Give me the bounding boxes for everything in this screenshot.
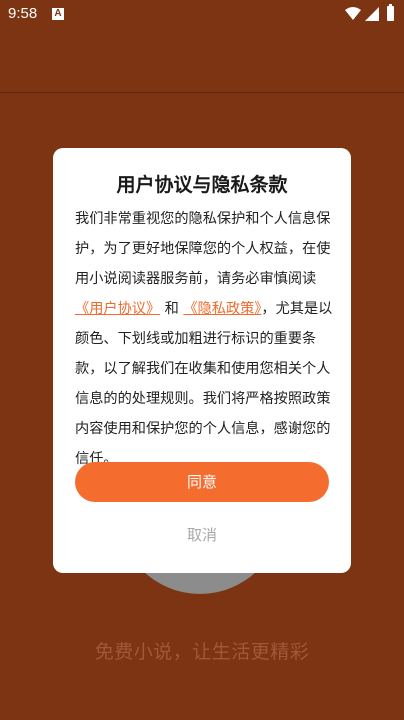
dialog-text-intro: 我们非常重视您的隐私保护和个人信息保护，为了更好地保障您的个人权益，在使用小说阅… — [75, 211, 331, 287]
app-slogan: 免费小说，让生活更精彩 — [94, 641, 310, 663]
battery-icon — [387, 4, 394, 21]
privacy-policy-link[interactable]: 《隐私政策》 — [183, 301, 261, 317]
background-divider — [0, 92, 404, 93]
wifi-icon — [345, 7, 361, 20]
notification-icon: A — [52, 8, 64, 20]
status-time: 9:58 — [8, 5, 38, 22]
dialog-title: 用户协议与隐私条款 — [116, 174, 288, 196]
dialog-body: 我们非常重视您的隐私保护和个人信息保护，为了更好地保障您的个人权益，在使用小说阅… — [75, 204, 333, 474]
privacy-dialog: 用户协议与隐私条款 我们非常重视您的隐私保护和个人信息保护，为了更好地保障您的个… — [53, 148, 351, 573]
status-bar: 9:58 A — [0, 0, 404, 30]
user-agreement-link[interactable]: 《用户协议》 — [75, 301, 160, 317]
agree-button[interactable]: 同意 — [75, 462, 329, 502]
signal-icon — [365, 7, 379, 21]
dialog-text-rest: ，尤其是以颜色、下划线或加粗进行标识的重要条款，以了解我们在收集和使用您相关个人… — [75, 301, 333, 467]
dialog-text-and: 和 — [160, 301, 184, 317]
cancel-button[interactable]: 取消 — [53, 524, 351, 545]
